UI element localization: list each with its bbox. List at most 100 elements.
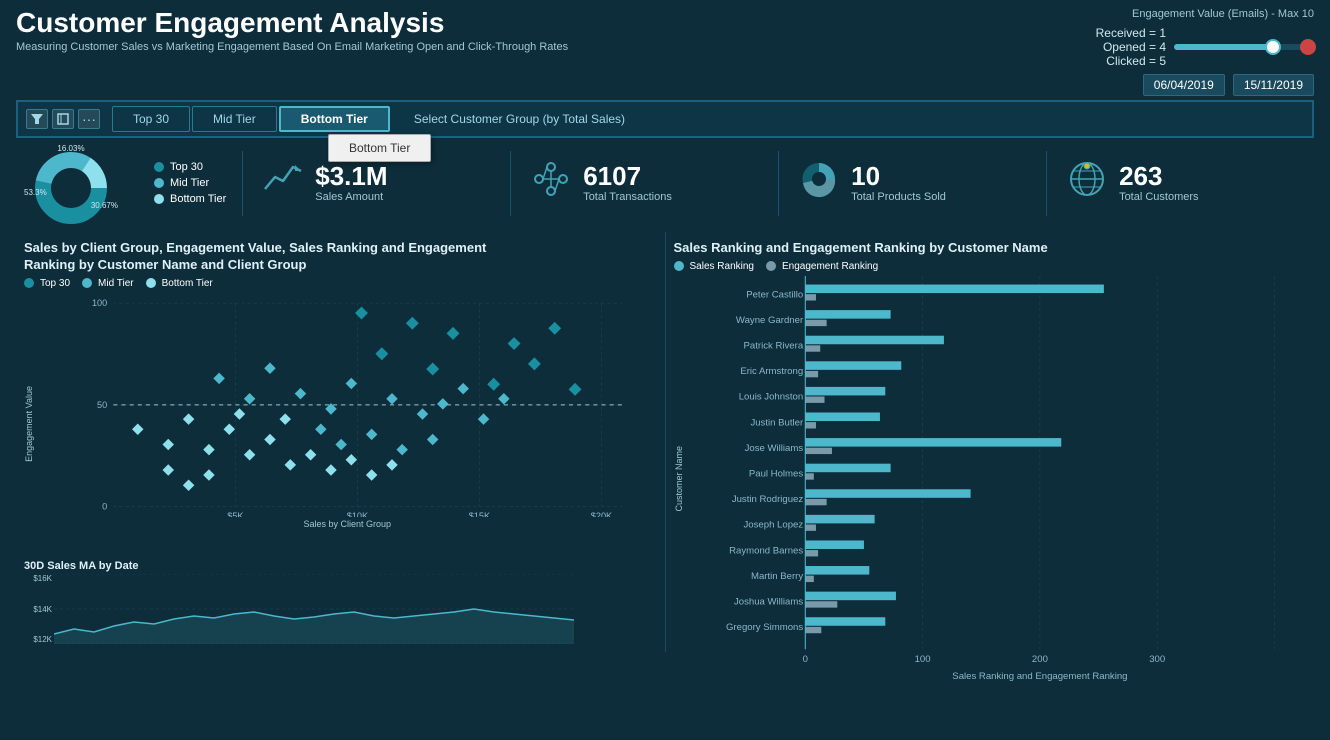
line-chart-fill xyxy=(54,609,574,644)
legend-midtier: Mid Tier xyxy=(154,177,226,189)
kpi-customers: 263 Total Customers xyxy=(1046,151,1314,216)
expand-button[interactable] xyxy=(52,109,74,129)
more-icon: ··· xyxy=(82,112,96,126)
page-title: Customer Engagement Analysis xyxy=(16,8,568,39)
line-y-bot: $12K xyxy=(24,635,52,644)
scatter-legend-top30: Top 30 xyxy=(24,278,70,289)
svg-text:Eric Armstrong: Eric Armstrong xyxy=(740,366,803,377)
date-end-button[interactable]: 15/11/2019 xyxy=(1233,74,1314,96)
filter-icon xyxy=(31,113,43,125)
donut-chart: 16.03% 53.3% 30.67% xyxy=(16,143,146,223)
donut-legend: Top 30 Mid Tier Bottom Tier xyxy=(154,161,226,205)
bar-eric-eng xyxy=(805,371,818,377)
filter-button[interactable] xyxy=(26,109,48,129)
charts-area: Sales by Client Group, Engagement Value,… xyxy=(16,232,1314,652)
kpi-sales-label: Sales Amount xyxy=(315,191,387,203)
svg-text:Joseph Lopez: Joseph Lopez xyxy=(743,520,803,531)
donut-label-left: 53.3% xyxy=(24,188,47,197)
bar-martin-sales xyxy=(805,566,869,575)
scatter-label-top30: Top 30 xyxy=(40,278,70,289)
tier-tabs: Top 30 Mid Tier Bottom Tier xyxy=(112,106,390,132)
kpi-customers-icon xyxy=(1067,159,1107,208)
kpi-products-text: 10 Total Products Sold xyxy=(851,163,946,203)
scatter-chart-area: 100 50 0 $5K $10K $15K $20K xyxy=(38,293,657,556)
kpi-customers-text: 263 Total Customers xyxy=(1119,163,1198,203)
header-left: Customer Engagement Analysis Measuring C… xyxy=(16,8,568,53)
globe-icon xyxy=(1067,159,1107,199)
date-start-button[interactable]: 06/04/2019 xyxy=(1143,74,1225,96)
bar-patrick-sales xyxy=(805,336,944,345)
scatter-legend: Top 30 Mid Tier Bottom Tier xyxy=(24,278,657,289)
dropdown-value: Bottom Tier xyxy=(349,141,410,155)
bar-patrick-eng xyxy=(805,345,820,351)
bar-justin-r-eng xyxy=(805,499,826,505)
bar-joseph-sales xyxy=(805,515,874,524)
filter-icons: ··· xyxy=(26,109,100,129)
scatter-label-midtier: Mid Tier xyxy=(98,278,134,289)
slider-fill xyxy=(1174,44,1272,50)
bar-label-sales: Sales Ranking xyxy=(690,261,754,272)
header: Customer Engagement Analysis Measuring C… xyxy=(0,0,1330,100)
svg-text:100: 100 xyxy=(914,654,930,665)
bar-legend: Sales Ranking Engagement Ranking xyxy=(674,261,1307,272)
scatter-dot-bottomtier xyxy=(146,278,156,288)
scatter-legend-bottomtier: Bottom Tier xyxy=(146,278,213,289)
svg-text:Raymond Barnes: Raymond Barnes xyxy=(729,545,803,556)
legend-dot-top30 xyxy=(154,162,164,172)
scatter-dot-midtier xyxy=(82,278,92,288)
svg-text:$5K: $5K xyxy=(227,511,243,517)
bar-wayne-sales xyxy=(805,310,890,319)
bar-joshua-eng xyxy=(805,601,837,607)
svg-text:Justin Butler: Justin Butler xyxy=(750,417,804,428)
svg-text:Joshua Williams: Joshua Williams xyxy=(733,596,802,607)
engagement-slider[interactable] xyxy=(1174,44,1314,50)
right-chart-panel: Sales Ranking and Engagement Ranking by … xyxy=(666,232,1315,652)
line-y-top: $16K xyxy=(24,574,52,583)
kpi-products: 10 Total Products Sold xyxy=(778,151,1046,216)
trending-up-icon xyxy=(263,159,303,199)
bar-chart-wrapper: Customer Name 0 100 200 300 Peter Castil… xyxy=(674,276,1307,681)
tab-top30[interactable]: Top 30 xyxy=(112,106,190,132)
tab-midtier[interactable]: Mid Tier xyxy=(192,106,277,132)
line-chart-wrapper: $16K $14K $12K xyxy=(24,574,657,644)
svg-text:Louis Johnston: Louis Johnston xyxy=(738,392,802,403)
date-range: 06/04/2019 15/11/2019 xyxy=(1143,74,1314,96)
x-axis-label: Sales by Client Group xyxy=(38,519,657,529)
donut-label-right: 30.67% xyxy=(91,201,118,210)
bar-justin-b-sales xyxy=(805,412,880,421)
scatter-wrapper: Engagement Value 100 50 xyxy=(24,293,657,556)
legend-dot-midtier xyxy=(154,178,164,188)
bar-chart-title: Sales Ranking and Engagement Ranking by … xyxy=(674,240,1307,257)
bar-louis-sales xyxy=(805,387,885,396)
legend-bottomtier: Bottom Tier xyxy=(154,193,226,205)
kpi-products-icon xyxy=(799,159,839,208)
bar-justin-b-eng xyxy=(805,422,816,428)
svg-text:0: 0 xyxy=(802,654,807,665)
y-axis-label: Engagement Value xyxy=(24,386,34,462)
svg-text:Peter Castillo: Peter Castillo xyxy=(746,289,803,300)
bar-raymond-sales xyxy=(805,540,864,549)
kpi-transactions: 6107 Total Transactions xyxy=(510,151,778,216)
kpi-products-value: 10 xyxy=(851,163,946,189)
svg-text:$15K: $15K xyxy=(469,511,490,517)
svg-text:Martin Berry: Martin Berry xyxy=(751,571,803,582)
svg-text:Gregory Simmons: Gregory Simmons xyxy=(725,622,802,633)
scatter-title: Sales by Client Group, Engagement Value,… xyxy=(24,240,657,274)
bar-jose-sales xyxy=(805,438,1061,447)
pie-chart-icon xyxy=(799,159,839,199)
kpi-sales-value: $3.1M xyxy=(315,163,387,189)
scatter-label-bottomtier: Bottom Tier xyxy=(162,278,213,289)
line-chart-svg xyxy=(54,574,574,644)
kpi-transactions-label: Total Transactions xyxy=(583,191,672,203)
more-button[interactable]: ··· xyxy=(78,109,100,129)
bar-label-engagement: Engagement Ranking xyxy=(782,261,878,272)
slider-thumb-left[interactable] xyxy=(1265,39,1281,55)
donut-label-top: 16.03% xyxy=(57,144,84,153)
svg-text:100: 100 xyxy=(92,298,107,308)
dropdown-popup[interactable]: Bottom Tier xyxy=(328,134,431,162)
kpi-customers-value: 263 xyxy=(1119,163,1198,189)
tab-bottomtier[interactable]: Bottom Tier xyxy=(279,106,390,132)
bar-wayne-eng xyxy=(805,320,826,326)
bar-jose-eng xyxy=(805,448,832,454)
slider-thumb-right[interactable] xyxy=(1300,39,1316,55)
